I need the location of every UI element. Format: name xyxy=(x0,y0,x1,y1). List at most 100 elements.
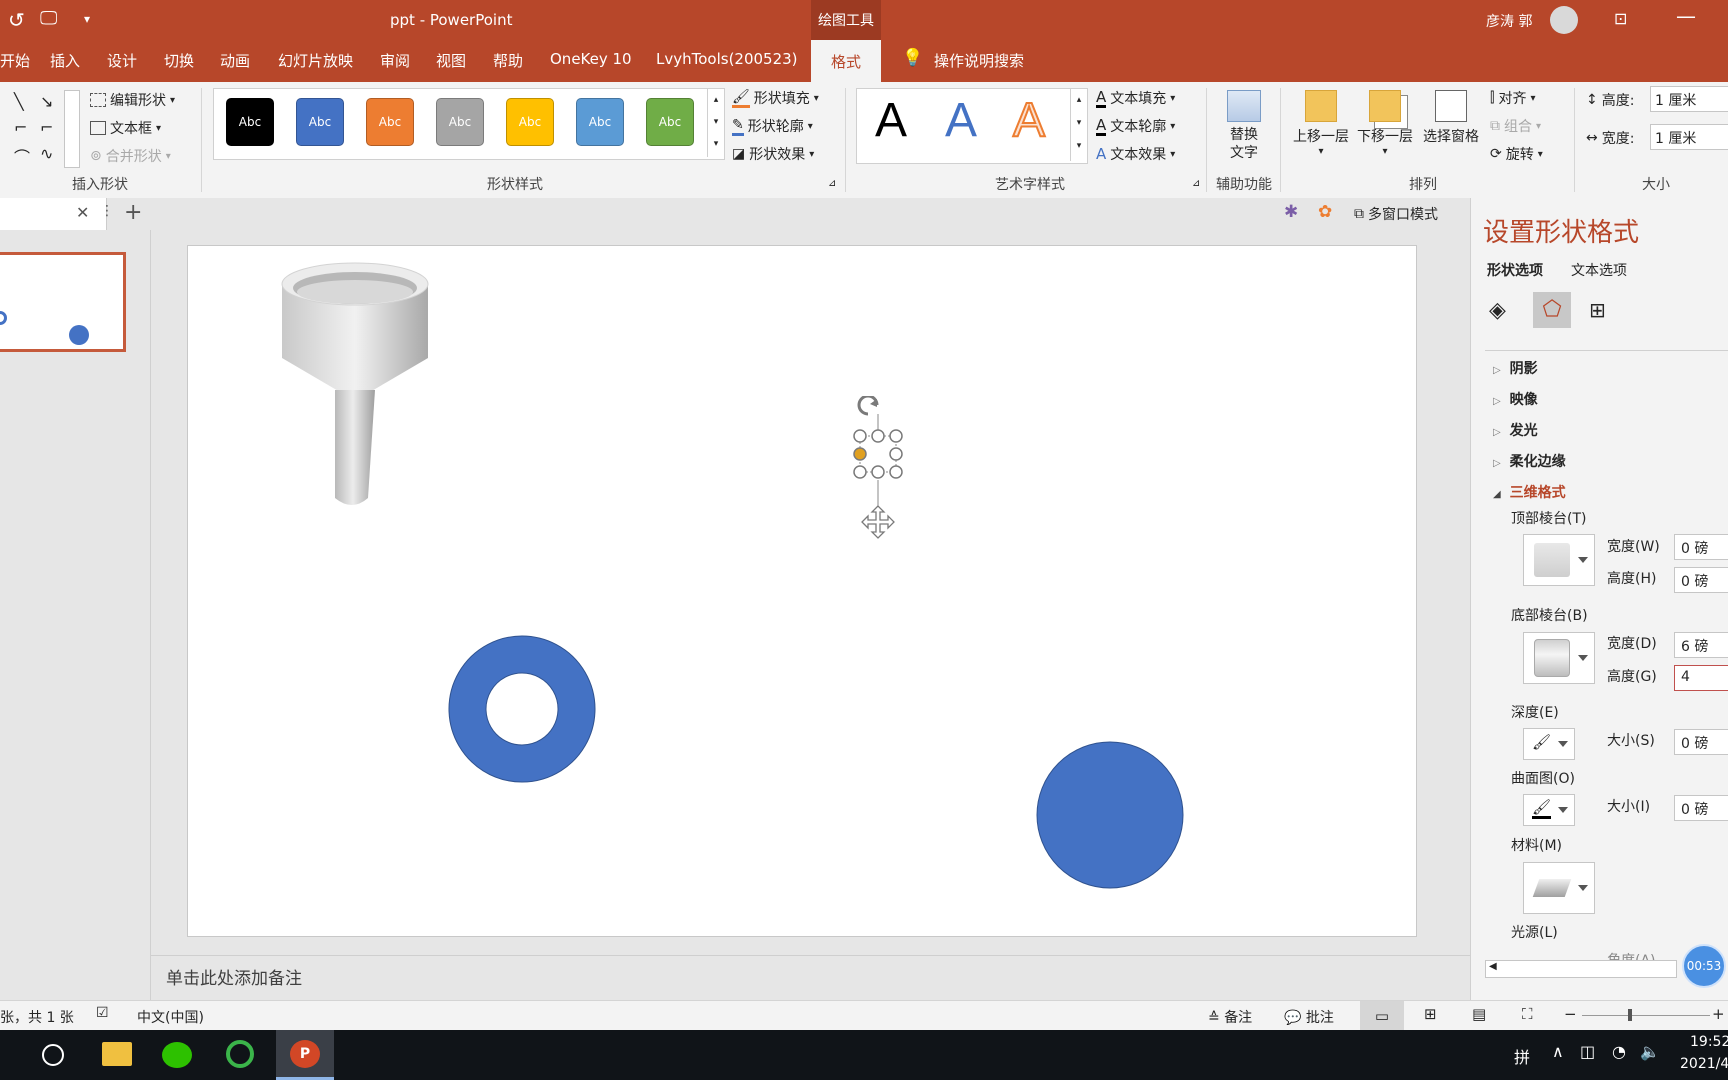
comments-toggle[interactable]: 💬 批注 xyxy=(1284,1007,1334,1027)
notes-toggle[interactable]: ≙ 备注 xyxy=(1208,1007,1252,1027)
undo-icon[interactable]: ↺ xyxy=(8,8,25,32)
volume-icon[interactable]: 🔈 xyxy=(1640,1042,1660,1061)
avatar[interactable] xyxy=(1550,6,1578,34)
text-effects-button[interactable]: A 文本效果 ▾ xyxy=(1096,144,1175,164)
addin-gear-icon[interactable]: ✿ xyxy=(1318,202,1332,222)
notes-pane[interactable]: 单击此处添加备注 xyxy=(151,955,1470,1001)
bring-forward-button[interactable]: 上移一层 ▾ xyxy=(1290,90,1352,157)
wifi-icon[interactable]: ◔ xyxy=(1612,1042,1626,1061)
align-button[interactable]: ⫿ 对齐 ▾ xyxy=(1490,88,1536,108)
freeform-shape-icon[interactable]: ∿ xyxy=(40,144,53,163)
slide-sorter-button[interactable]: ⊞ xyxy=(1424,1005,1437,1023)
pane-horizontal-scrollbar[interactable]: ◀ xyxy=(1485,960,1677,978)
shape-style-preset[interactable]: Abc xyxy=(436,98,484,146)
user-name[interactable]: 彦涛 郭 xyxy=(1486,11,1532,31)
text-outline-button[interactable]: A 文本轮廓 ▾ xyxy=(1096,116,1175,136)
tab-animations[interactable]: 动画 xyxy=(220,50,250,71)
tab-help[interactable]: 帮助 xyxy=(493,50,523,71)
effects-icon[interactable]: ⬠ xyxy=(1533,292,1571,328)
slide-thumbnail[interactable] xyxy=(0,252,126,352)
tab-review[interactable]: 审阅 xyxy=(380,50,410,71)
minimize-icon[interactable]: — xyxy=(1676,4,1696,28)
section-shadow[interactable]: ▷ 阴影 xyxy=(1493,358,1538,378)
tab-view[interactable]: 视图 xyxy=(436,50,466,71)
tab-home[interactable]: 开始 xyxy=(0,50,30,71)
shape-fill-button[interactable]: 🖌 形状填充 ▾ xyxy=(732,88,819,108)
merge-shapes-button[interactable]: ⊚ 合并形状 ▾ xyxy=(90,146,171,166)
shape-gallery[interactable]: ╲ ↘ ⌐ ⌐ ⌒ ∿ xyxy=(0,90,80,168)
shape-style-preset[interactable]: Abc xyxy=(646,98,694,146)
tab-shape-options[interactable]: 形状选项 xyxy=(1487,260,1543,280)
dialog-launcher-icon[interactable]: ⊿ xyxy=(1192,178,1200,189)
width-input[interactable]: 1 厘米 xyxy=(1650,124,1728,150)
circle-shape[interactable] xyxy=(1036,741,1184,889)
slideshow-quick-icon[interactable]: 🖵 xyxy=(40,8,57,29)
browser-icon[interactable] xyxy=(226,1040,254,1068)
funnel-shape[interactable] xyxy=(280,262,430,512)
powerpoint-taskbar-button[interactable]: P xyxy=(276,1030,334,1080)
section-glow[interactable]: ▷ 发光 xyxy=(1493,420,1538,440)
tab-slideshow[interactable]: 幻灯片放映 xyxy=(278,50,353,71)
bottom-width-input[interactable]: 6 磅 xyxy=(1674,632,1728,658)
recording-timer[interactable]: 00:53 xyxy=(1682,944,1726,988)
tab-format[interactable]: 格式 xyxy=(811,40,881,82)
top-height-input[interactable]: 0 磅 xyxy=(1674,567,1728,593)
clock-time[interactable]: 19:52 xyxy=(1690,1034,1728,1050)
normal-view-button[interactable]: ▭ xyxy=(1360,1001,1404,1031)
rotate-button[interactable]: ⟳ 旋转 ▾ xyxy=(1490,144,1543,164)
depth-size-input[interactable]: 0 磅 xyxy=(1674,729,1728,755)
shape-style-preset[interactable]: Abc xyxy=(366,98,414,146)
document-tab[interactable]: ✕ ⋮ xyxy=(0,198,114,230)
gallery-scroll[interactable] xyxy=(64,90,80,168)
tab-transitions[interactable]: 切换 xyxy=(164,50,194,71)
shape-style-preset[interactable]: Abc xyxy=(226,98,274,146)
top-bevel-dropdown[interactable] xyxy=(1523,534,1595,586)
section-soft-edges[interactable]: ▷ 柔化边缘 xyxy=(1493,451,1566,471)
scroll-left-icon[interactable]: ◀ xyxy=(1489,961,1497,972)
zoom-out-icon[interactable]: − xyxy=(1564,1005,1577,1023)
textbox-button[interactable]: 文本框 ▾ xyxy=(90,118,161,138)
arrow-shape-icon[interactable]: ↘ xyxy=(40,92,53,111)
tell-me-search[interactable]: 操作说明搜索 xyxy=(934,50,1024,71)
group-button[interactable]: ⧉ 组合 ▾ xyxy=(1490,116,1541,136)
customize-qat-icon[interactable]: ▾ xyxy=(84,12,90,26)
zoom-thumb[interactable] xyxy=(1628,1009,1632,1021)
close-icon[interactable]: ✕ xyxy=(76,203,89,222)
shape-style-preset[interactable]: Abc xyxy=(506,98,554,146)
wechat-icon[interactable] xyxy=(162,1042,192,1068)
contour-size-input[interactable]: 0 磅 xyxy=(1674,795,1728,821)
top-width-input[interactable]: 0 磅 xyxy=(1674,534,1728,560)
shape-style-preset[interactable]: Abc xyxy=(296,98,344,146)
tab-lvyhtools[interactable]: LvyhTools(200523) xyxy=(656,50,798,68)
addin-star-icon[interactable]: ✱ xyxy=(1284,202,1298,222)
wordart-style-black[interactable]: A xyxy=(875,93,907,148)
tab-design[interactable]: 设计 xyxy=(107,50,137,71)
reading-view-button[interactable]: ▤ xyxy=(1472,1005,1486,1023)
shape-effects-button[interactable]: ◪ 形状效果 ▾ xyxy=(732,144,814,164)
tab-onekey[interactable]: OneKey 10 xyxy=(550,50,632,68)
section-reflection[interactable]: ▷ 映像 xyxy=(1493,389,1538,409)
tray-chevron-icon[interactable]: ∧ xyxy=(1552,1042,1564,1061)
tray-app-icon[interactable]: ◫ xyxy=(1580,1042,1595,1061)
material-dropdown[interactable] xyxy=(1523,862,1595,914)
tab-text-options[interactable]: 文本选项 xyxy=(1571,260,1627,280)
bottom-height-input[interactable]: 4 xyxy=(1674,665,1728,691)
more-icon[interactable]: ⋮ xyxy=(100,203,114,219)
line-shape-icon[interactable]: ╲ xyxy=(14,92,24,111)
alt-text-button[interactable]: 替换文字 xyxy=(1222,90,1266,162)
clock-date[interactable]: 2021/4 xyxy=(1680,1056,1728,1072)
text-fill-button[interactable]: A 文本填充 ▾ xyxy=(1096,88,1175,108)
contour-color-dropdown[interactable]: 🖌 xyxy=(1523,794,1575,826)
slide[interactable] xyxy=(187,245,1417,937)
gallery-scroll[interactable]: ▴ ▾ ▾ xyxy=(707,89,724,157)
shape-style-preset[interactable]: Abc xyxy=(576,98,624,146)
accessibility-check-icon[interactable]: ☑ xyxy=(96,1005,109,1021)
language-indicator[interactable]: 中文(中国) xyxy=(137,1007,204,1027)
multi-window-button[interactable]: ⧉ 多窗口模式 xyxy=(1354,204,1438,224)
gallery-scroll[interactable]: ▴ ▾ ▾ xyxy=(1070,89,1087,161)
shape-outline-button[interactable]: ✎ 形状轮廓 ▾ xyxy=(732,116,813,136)
ribbon-display-icon[interactable]: ⊡ xyxy=(1614,9,1627,28)
edit-shape-button[interactable]: 编辑形状 ▾ xyxy=(90,90,175,110)
zoom-in-icon[interactable]: + xyxy=(1712,1005,1725,1023)
donut-shape[interactable] xyxy=(448,635,596,783)
